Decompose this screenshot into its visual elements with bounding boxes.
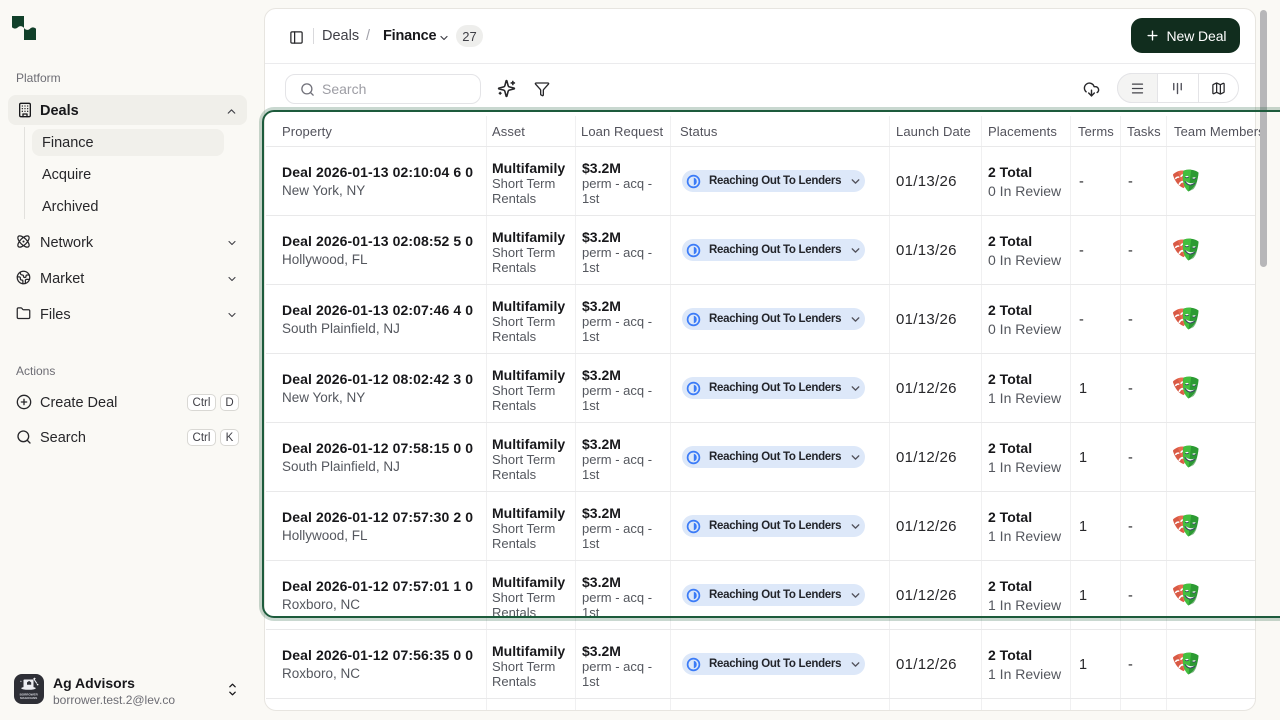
svg-text:MAGICIANS: MAGICIANS bbox=[20, 696, 37, 700]
